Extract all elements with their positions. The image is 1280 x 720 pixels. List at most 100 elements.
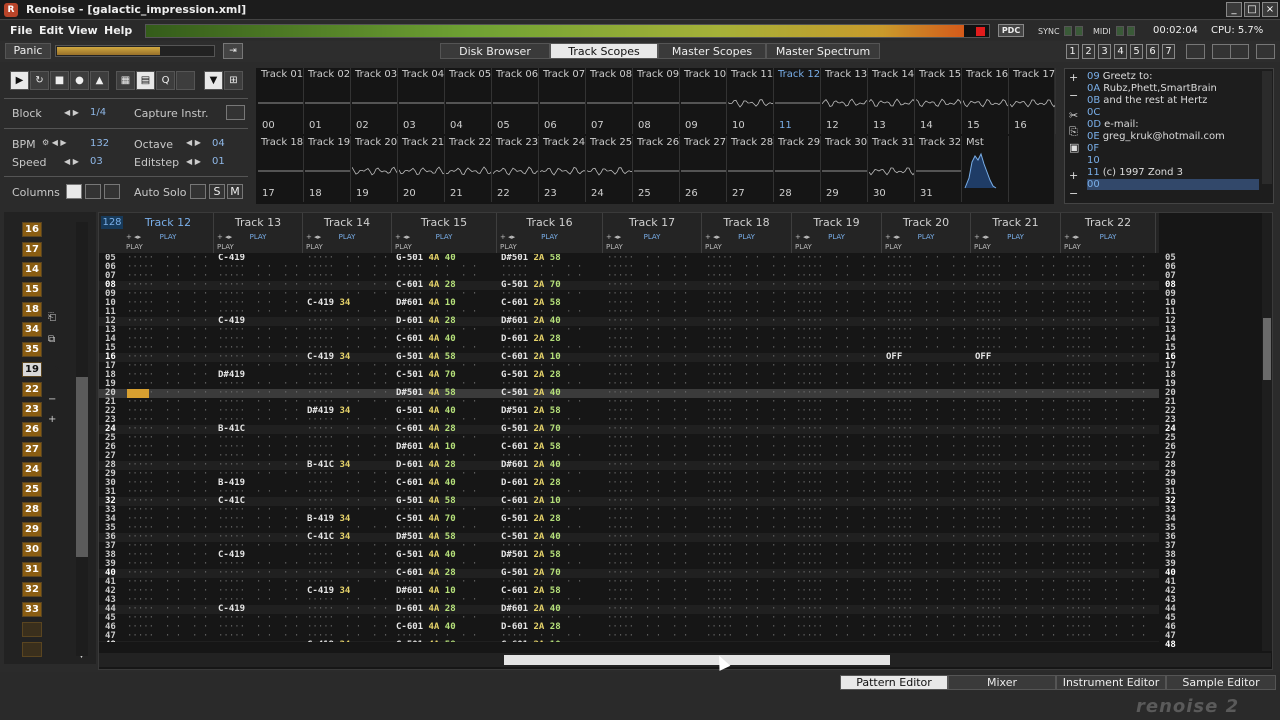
remove-icon[interactable]: − — [1069, 187, 1078, 200]
sequence-slot[interactable]: 25 — [22, 482, 42, 497]
track-scope[interactable]: Track 25 24 — [587, 136, 633, 202]
comment-line[interactable]: 09 Greetz to: — [1087, 71, 1152, 82]
pdc-button[interactable]: PDC — [998, 24, 1024, 37]
empty-cell[interactable]: ····· · · · · — [706, 641, 787, 643]
number-tab-3[interactable]: 3 — [1098, 44, 1111, 59]
sequence-slot[interactable]: 19 — [22, 362, 42, 377]
empty-cell[interactable]: ····· · · · · — [1065, 641, 1146, 643]
paste-icon[interactable]: ▣ — [1069, 141, 1079, 154]
remove-line-icon[interactable]: − — [1069, 89, 1078, 102]
sequence-arrows-icon[interactable]: ◀ ▶ — [46, 364, 59, 372]
track-scope[interactable]: Mst — [963, 136, 1009, 202]
insert-pattern-icon[interactable]: + — [48, 414, 56, 425]
lower-panel-icon[interactable] — [1230, 44, 1249, 59]
pattern-rows[interactable]: 05 ····· · · · · C-419 ····· · · · · G-501 4… — [99, 254, 1159, 642]
comment-line[interactable]: 0D e-mail: — [1087, 119, 1139, 130]
track-scope[interactable]: Track 20 19 — [352, 136, 398, 202]
duplicate-icon[interactable]: ⧉ — [48, 334, 55, 345]
track-header[interactable]: Track 19 + ◂▸ PLAY PLAY — [792, 213, 882, 253]
volume-toggle-icon[interactable]: ⇥ — [223, 43, 243, 59]
comment-line[interactable]: 0A Rubz,Phett,SmartBrain — [1087, 83, 1217, 94]
tab-mixer[interactable]: Mixer — [948, 675, 1056, 690]
cut-icon[interactable]: ✂ — [1069, 109, 1078, 122]
tab-sample-editor[interactable]: Sample Editor — [1166, 675, 1276, 690]
track-scope[interactable]: Track 21 20 — [399, 136, 445, 202]
track-scope[interactable]: Track 17 16 — [1010, 68, 1056, 134]
track-header[interactable]: Track 17 + ◂▸ PLAY PLAY — [603, 213, 702, 253]
solo-button[interactable]: S — [209, 184, 225, 199]
empty-cell[interactable]: ····· · · · · — [607, 641, 688, 643]
empty-cell[interactable]: ····· · · · · — [218, 641, 299, 643]
bpm-value[interactable]: 132 — [90, 138, 109, 149]
empty-cell[interactable]: ····· · · · · — [796, 641, 877, 643]
columns-delay-icon[interactable] — [104, 184, 120, 199]
tab-disk-browser[interactable]: Disk Browser — [440, 43, 550, 59]
track-scope[interactable]: Track 09 08 — [634, 68, 680, 134]
auto-solo-toggle[interactable] — [190, 184, 206, 199]
track-scope[interactable]: Track 13 12 — [822, 68, 868, 134]
sequence-slot[interactable] — [22, 622, 42, 637]
track-header[interactable]: Track 16 + ◂▸ PLAY PLAY — [497, 213, 603, 253]
sequence-scrollbar[interactable] — [76, 222, 88, 656]
close-button[interactable]: × — [1262, 2, 1278, 17]
panic-button[interactable]: Panic — [5, 43, 51, 59]
maximize-button[interactable]: □ — [1244, 2, 1260, 17]
empty-cell[interactable]: ····· · · · · — [127, 641, 208, 643]
add-line-icon[interactable]: + — [1069, 71, 1078, 84]
stop-icon[interactable]: ■ — [50, 71, 69, 90]
menu-file[interactable]: File — [10, 24, 33, 37]
sequence-slot[interactable]: 22 — [22, 382, 42, 397]
bpm-tap-icon[interactable]: ⚙ ◀ ▶ — [42, 138, 67, 147]
pattern-horizontal-scroll-thumb[interactable] — [504, 655, 890, 665]
sequence-slot[interactable]: 34 — [22, 322, 42, 337]
columns-panning-icon[interactable] — [85, 184, 101, 199]
number-tab-7[interactable]: 7 — [1162, 44, 1175, 59]
editstep-arrows-icon[interactable]: ◀ ▶ — [186, 157, 201, 166]
number-tab-5[interactable]: 5 — [1130, 44, 1143, 59]
tab-pattern-editor[interactable]: Pattern Editor — [840, 675, 948, 690]
track-header[interactable]: Track 15 + ◂▸ PLAY PLAY — [392, 213, 497, 253]
comment-line[interactable]: 0C — [1087, 107, 1103, 118]
speed-arrows-icon[interactable]: ◀ ▶ — [64, 157, 79, 166]
menu-view[interactable]: View — [68, 24, 98, 37]
track-scope[interactable]: Track 12 11 — [775, 68, 821, 134]
pattern-vertical-scrollbar[interactable] — [1262, 213, 1272, 651]
tab-instrument-editor[interactable]: Instrument Editor — [1056, 675, 1166, 690]
pattern-row[interactable]: 48 ····· · · · · ····· · · · · C-419 34 G-50… — [99, 641, 1159, 642]
menu-edit[interactable]: Edit — [39, 24, 63, 37]
track-scope[interactable]: Track 28 27 — [728, 136, 774, 202]
sequence-slot[interactable]: 18 — [22, 302, 42, 317]
comment-line[interactable]: 0B and the rest at Hertz — [1087, 95, 1207, 106]
track-scope[interactable]: Track 05 04 — [446, 68, 492, 134]
sequence-slot[interactable]: 33 — [22, 602, 42, 617]
play-icon[interactable]: ▶ — [10, 71, 29, 90]
track-header[interactable]: Track 13 + ◂▸ PLAY PLAY — [214, 213, 303, 253]
speed-value[interactable]: 03 — [90, 156, 103, 167]
pattern-horizontal-scrollbar[interactable] — [99, 653, 1271, 667]
octave-value[interactable]: 04 — [212, 138, 225, 149]
layout-icon[interactable] — [1186, 44, 1205, 59]
tab-track-scopes[interactable]: Track Scopes — [550, 43, 658, 59]
track-scope[interactable]: Track 18 17 — [258, 136, 304, 202]
record-icon[interactable]: ● — [70, 71, 89, 90]
sequence-slot[interactable]: 26 — [22, 422, 42, 437]
sequence-slot[interactable]: 17 — [22, 242, 42, 257]
track-scope[interactable]: Track 11 10 — [728, 68, 774, 134]
block-left-icon[interactable]: ◀ ▶ — [64, 108, 79, 117]
track-scope[interactable]: Track 22 21 — [446, 136, 492, 202]
pattern-number[interactable]: 128 — [101, 216, 123, 229]
track-scope[interactable]: Track 23 22 — [493, 136, 539, 202]
sequence-slot[interactable]: 31 — [22, 562, 42, 577]
track-scope[interactable]: Track 10 09 — [681, 68, 727, 134]
track-header[interactable]: Track 18 + ◂▸ PLAY PLAY — [702, 213, 792, 253]
quantize-icon[interactable]: Q — [156, 71, 175, 90]
track-scope[interactable]: Track 04 03 — [399, 68, 445, 134]
empty-cell[interactable]: ····· · · · · — [886, 641, 967, 643]
loop-icon[interactable]: ↻ — [30, 71, 49, 90]
number-tab-1[interactable]: 1 — [1066, 44, 1079, 59]
track-header[interactable]: Track 12 + ◂▸ PLAY PLAY — [123, 213, 214, 253]
note-cell[interactable]: C-419 34 — [307, 641, 350, 643]
track-scope[interactable]: Track 29 28 — [775, 136, 821, 202]
note-cell[interactable]: G-501 4A 58 — [396, 641, 456, 643]
sequence-slot[interactable]: 16 — [22, 222, 42, 237]
